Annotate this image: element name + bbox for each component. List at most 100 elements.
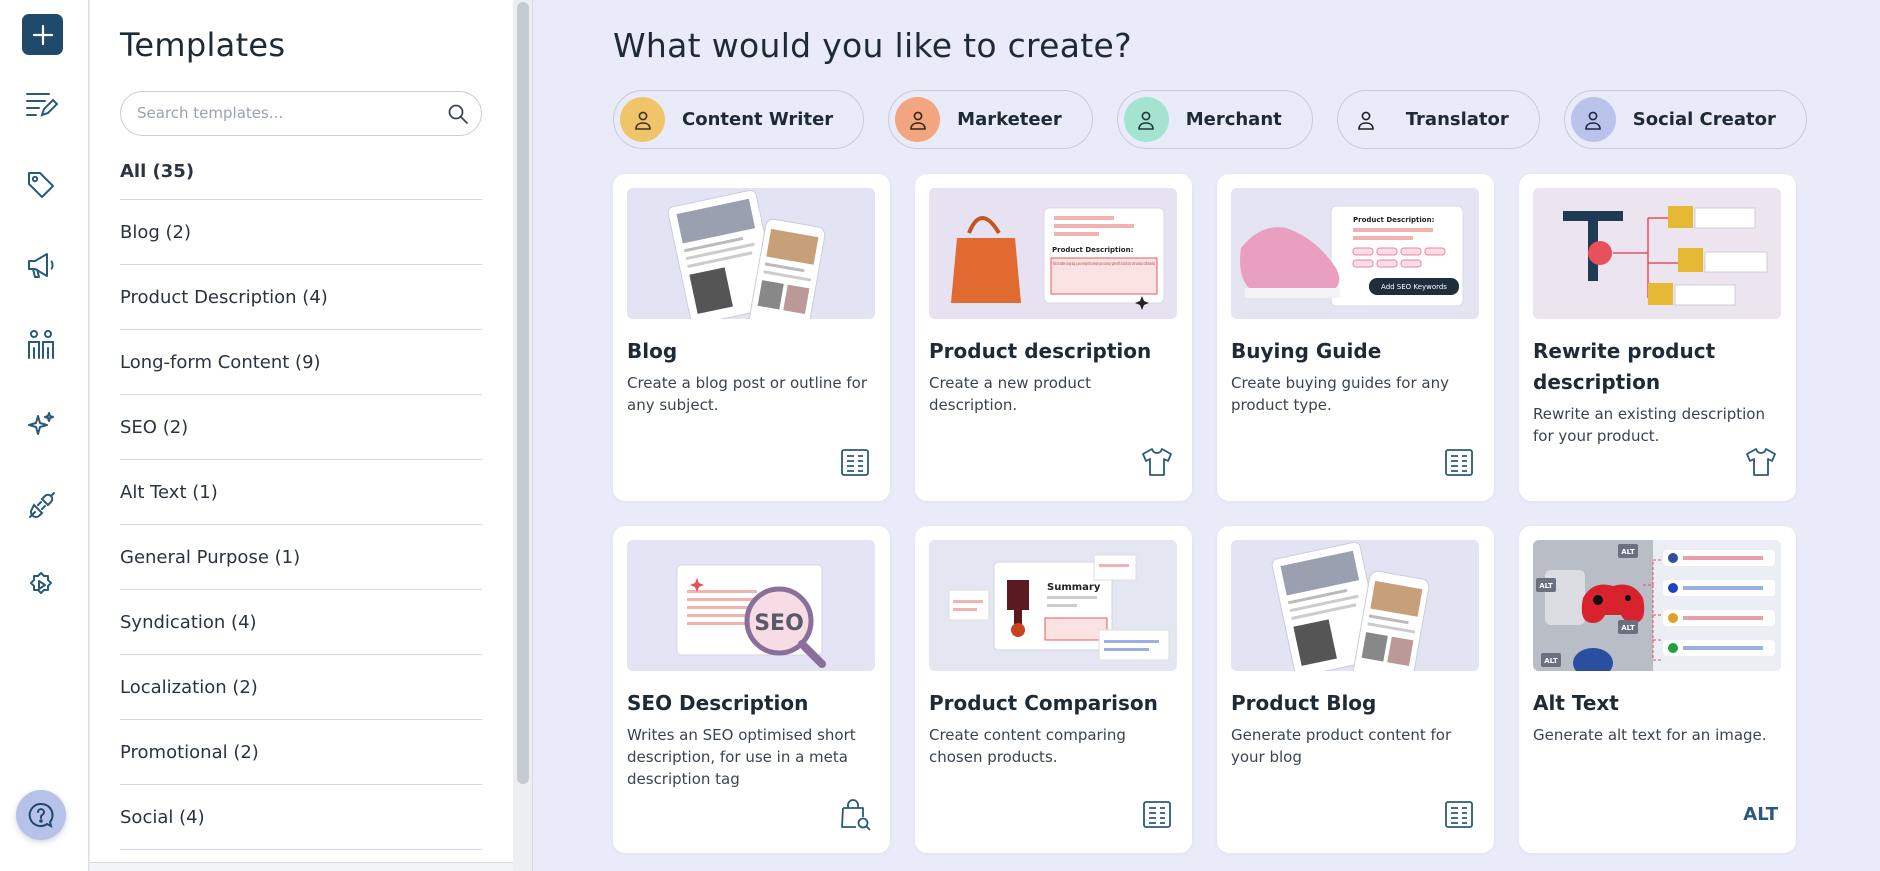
role-social-creator[interactable]: Social Creator — [1563, 90, 1807, 149]
search-icon[interactable] — [447, 103, 469, 125]
card-thumbnail: SEO — [627, 540, 875, 671]
plus-icon — [32, 24, 53, 45]
role-label: Content Writer — [682, 109, 834, 130]
avatar — [620, 97, 665, 142]
person-icon — [1585, 111, 1602, 130]
seo-preview-image: SEO — [627, 540, 875, 671]
role-label: Translator — [1405, 109, 1509, 130]
card-description: Rewrite an existing description for your… — [1533, 405, 1765, 445]
card-description: Create a blog post or outline for any su… — [627, 374, 868, 414]
role-filter-bar: Content Writer Marketeer Merchant Transl… — [613, 90, 1831, 149]
category-item-social[interactable]: Social (4) — [120, 785, 482, 850]
card-description: Create content comparing chosen products… — [929, 726, 1126, 766]
template-card-rewrite-product-description[interactable]: Rewrite product description Rewrite an e… — [1519, 174, 1796, 501]
tag-icon — [28, 172, 54, 198]
blog-preview-image — [627, 188, 875, 319]
navigation-rail — [0, 0, 89, 871]
card-title: Blog — [627, 339, 678, 363]
person-icon — [1138, 111, 1155, 130]
panel-bottom-edge — [90, 862, 513, 871]
nav-settings-button[interactable] — [19, 563, 63, 607]
person-icon — [1358, 111, 1375, 130]
nav-people-button[interactable] — [19, 323, 63, 367]
document-icon — [841, 449, 869, 476]
template-card-alt-text[interactable]: ALT ALT ALT ALT Alt Text Generate alt te… — [1519, 526, 1796, 853]
alt-badge: ALT — [1544, 657, 1558, 665]
shopping-bag-search-icon — [841, 799, 871, 831]
new-button[interactable] — [22, 14, 63, 55]
category-item-seo[interactable]: SEO (2) — [120, 395, 482, 460]
template-search[interactable] — [120, 91, 482, 136]
card-thumbnail — [1231, 540, 1479, 671]
category-item-blog[interactable]: Blog (2) — [120, 200, 482, 265]
role-content-writer[interactable]: Content Writer — [613, 90, 865, 149]
template-card-buying-guide[interactable]: Product Description: Add SEO Keywords Bu… — [1217, 174, 1494, 501]
template-card-seo-description[interactable]: SEO SEO Description Writes an SEO optimi… — [613, 526, 890, 853]
page-title: What would you like to create? — [613, 26, 1132, 65]
thumb-button-add-seo-keywords: Add SEO Keywords — [1381, 283, 1447, 291]
card-description: Create a new product description. — [929, 374, 1092, 414]
role-merchant[interactable]: Merchant — [1116, 90, 1313, 149]
template-card-product-description[interactable]: Product Description: Vibrant leather ora… — [915, 174, 1192, 501]
person-icon — [634, 111, 651, 130]
avatar — [1570, 97, 1616, 142]
card-title: Rewrite product description — [1533, 339, 1716, 394]
role-marketeer[interactable]: Marketeer — [888, 90, 1093, 149]
category-item-promotional[interactable]: Promotional (2) — [120, 720, 482, 785]
product-comparison-preview-image: Summary — [929, 540, 1177, 671]
templates-panel: Templates All (35) Blog (2) Product Desc… — [90, 0, 513, 871]
card-description: Create buying guides for any product typ… — [1231, 374, 1449, 414]
rewrite-preview-image — [1533, 188, 1781, 319]
thumb-label-summary: Summary — [1047, 582, 1101, 593]
sparkles-icon — [28, 412, 54, 435]
alt-badge: ALT — [1621, 548, 1635, 556]
alt-text-preview-image: ALT ALT ALT ALT — [1533, 540, 1781, 671]
panel-title: Templates — [120, 26, 286, 64]
role-label: Merchant — [1185, 109, 1282, 130]
nav-ai-button[interactable] — [19, 403, 63, 447]
role-translator[interactable]: Translator — [1336, 90, 1540, 149]
help-chat-icon — [28, 802, 54, 828]
tshirt-icon — [1142, 448, 1172, 476]
category-item-product-description[interactable]: Product Description (4) — [120, 265, 482, 330]
product-blog-preview-image — [1231, 540, 1479, 671]
panel-scrollbar[interactable] — [513, 0, 533, 871]
category-item-long-form-content[interactable]: Long-form Content (9) — [120, 330, 482, 395]
alt-badge: ALT — [1621, 624, 1635, 632]
card-title: Buying Guide — [1231, 339, 1382, 363]
category-item-all[interactable]: All (35) — [120, 149, 482, 200]
nav-content-button[interactable] — [19, 83, 63, 127]
nav-integrations-button[interactable] — [19, 484, 63, 528]
plug-icon — [29, 492, 55, 518]
card-title: Alt Text — [1533, 691, 1619, 715]
scrollbar-thumb[interactable] — [517, 2, 529, 784]
avatar — [895, 97, 941, 142]
alt-text-icon: ALT — [1743, 803, 1778, 825]
nav-marketing-button[interactable] — [19, 243, 63, 287]
nav-tags-button[interactable] — [19, 163, 63, 207]
card-title: SEO Description — [627, 691, 809, 715]
document-icon — [1143, 801, 1171, 828]
card-description: Generate alt text for an image. — [1533, 726, 1767, 744]
category-item-general-purpose[interactable]: General Purpose (1) — [120, 525, 482, 590]
search-input[interactable] — [137, 104, 437, 122]
product-description-preview-image: Product Description: Vibrant leather ora… — [929, 188, 1177, 319]
template-card-blog[interactable]: Blog Create a blog post or outline for a… — [613, 174, 890, 501]
help-button[interactable] — [16, 790, 66, 840]
document-icon — [1445, 801, 1473, 828]
template-card-product-blog[interactable]: Product Blog Generate product content fo… — [1217, 526, 1494, 853]
thumb-label-product-description: Product Description: — [1052, 246, 1134, 254]
category-item-syndication[interactable]: Syndication (4) — [120, 590, 482, 655]
category-item-localization[interactable]: Localization (2) — [120, 655, 482, 720]
avatar — [1343, 97, 1389, 142]
document-icon — [1445, 449, 1473, 476]
thumb-body-product-description: Vibrant leather orange bag, a piece desi… — [1053, 261, 1155, 267]
card-thumbnail: Product Description: Vibrant leather ora… — [929, 188, 1177, 319]
template-card-product-comparison[interactable]: Summary Product Comparison Create conten… — [915, 526, 1192, 853]
role-label: Social Creator — [1632, 109, 1776, 130]
card-thumbnail — [627, 188, 875, 319]
card-description: Writes an SEO optimised short descriptio… — [627, 726, 856, 788]
role-label: Marketeer — [957, 109, 1062, 130]
card-thumbnail: ALT ALT ALT ALT — [1533, 540, 1781, 671]
category-item-alt-text[interactable]: Alt Text (1) — [120, 460, 482, 525]
